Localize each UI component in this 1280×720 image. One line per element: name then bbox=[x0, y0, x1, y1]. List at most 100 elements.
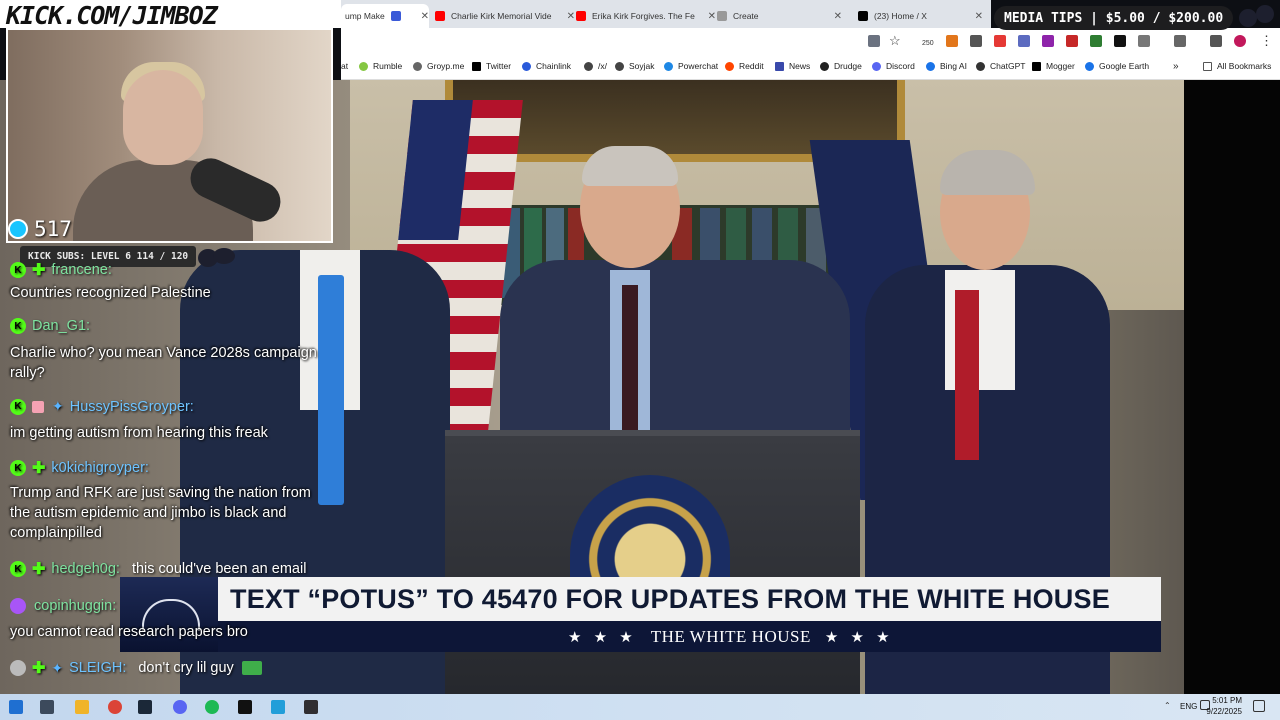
tab-label: (23) Home / X bbox=[874, 11, 927, 21]
close-icon[interactable]: ✕ bbox=[567, 11, 575, 22]
bookmark-x[interactable]: /x/ bbox=[584, 61, 607, 71]
terminal-icon[interactable] bbox=[238, 700, 252, 714]
stars-left: ★ ★ ★ bbox=[568, 628, 637, 646]
bookmark-label: Drudge bbox=[834, 61, 862, 71]
tab-3[interactable]: Create ✕ bbox=[717, 4, 842, 28]
kick-badge-icon: K bbox=[10, 262, 26, 278]
tab-label: ump Make bbox=[345, 11, 385, 21]
screen: TEXT “POTUS” TO 45470 FOR UPDATES FROM T… bbox=[0, 0, 1280, 720]
close-icon[interactable]: ✕ bbox=[834, 11, 842, 22]
groyp-icon bbox=[413, 61, 422, 71]
close-icon[interactable]: ✕ bbox=[421, 11, 429, 22]
star-icon[interactable]: ☆ bbox=[889, 33, 901, 49]
more-icon[interactable]: ⋮ bbox=[1260, 33, 1273, 49]
bookmark-soyjak[interactable]: Soyjak bbox=[615, 61, 655, 71]
sidepanel-icon[interactable] bbox=[1174, 35, 1186, 47]
bookmark-bing[interactable]: Bing AI bbox=[926, 61, 967, 71]
username: hedgeh0g: bbox=[51, 561, 120, 577]
shield-icon[interactable] bbox=[970, 35, 982, 47]
sword-badge-icon: ✦ bbox=[52, 398, 64, 414]
discord-icon bbox=[872, 61, 881, 71]
chrome-icon[interactable] bbox=[108, 700, 122, 714]
webcam bbox=[6, 28, 333, 243]
chevron-right-icon[interactable]: » bbox=[1173, 61, 1179, 72]
youtube-ext-icon[interactable] bbox=[994, 35, 1006, 47]
x-icon bbox=[858, 11, 868, 21]
bookmark-news[interactable]: News bbox=[775, 61, 810, 71]
sword-badge-icon: ✦ bbox=[51, 659, 64, 676]
notification-icon[interactable] bbox=[1253, 700, 1265, 712]
chat-message: Countries recognized Palestine bbox=[10, 285, 211, 301]
username: copinhuggin: bbox=[34, 598, 117, 614]
x-ext-icon[interactable] bbox=[1114, 35, 1126, 47]
bookmark-label: Rumble bbox=[373, 61, 403, 71]
chat-username: K Dan_G1: bbox=[10, 318, 90, 334]
bookmark-mogger[interactable]: Mogger bbox=[1032, 61, 1075, 71]
bookmark-label: Soyjak bbox=[629, 61, 655, 71]
media-tips: MEDIA TIPS | $5.00 / $200.00 bbox=[994, 6, 1233, 30]
tab-1[interactable]: Charlie Kirk Memorial Vide ✕ bbox=[435, 4, 575, 28]
obs-icon[interactable] bbox=[304, 700, 318, 714]
bookmark-groyp[interactable]: Groyp.me bbox=[413, 61, 464, 71]
bookmark-twitter[interactable]: Twitter bbox=[472, 61, 511, 71]
bookmark-chainlink[interactable]: Chainlink bbox=[522, 61, 571, 71]
username: francene: bbox=[51, 262, 112, 278]
kick-badge-icon: K bbox=[10, 318, 26, 334]
extension-icon[interactable] bbox=[1018, 35, 1030, 47]
bookmark-label: ChatGPT bbox=[990, 61, 1026, 71]
viewer-icon bbox=[8, 219, 28, 239]
spotify-icon[interactable] bbox=[205, 700, 219, 714]
bookmark-discord[interactable]: Discord bbox=[872, 61, 915, 71]
tab-bar: ump Make ✕ Charlie Kirk Memorial Vide ✕ … bbox=[341, 0, 991, 28]
purple-badge-icon bbox=[10, 598, 26, 614]
extension-icon[interactable] bbox=[1066, 35, 1078, 47]
bookmark-reddit[interactable]: Reddit bbox=[725, 61, 764, 71]
steam-icon[interactable] bbox=[138, 700, 152, 714]
viewer-counter: 517 bbox=[8, 217, 72, 241]
task-view-icon[interactable] bbox=[40, 700, 54, 714]
chatgpt-icon bbox=[976, 61, 985, 71]
stars-right: ★ ★ ★ bbox=[824, 628, 894, 646]
tray-chevron-icon[interactable]: ⌃ bbox=[1164, 701, 1171, 710]
extension-badge: 250 bbox=[922, 40, 934, 47]
bookmark-0[interactable]: at bbox=[341, 61, 348, 71]
chyron-brand-bar: ★ ★ ★ THE WHITE HOUSE ★ ★ ★ bbox=[218, 621, 1161, 652]
tab-0[interactable]: ump Make ✕ bbox=[341, 4, 429, 28]
telegram-icon[interactable] bbox=[271, 700, 285, 714]
extension-icon[interactable] bbox=[1090, 35, 1102, 47]
cast-icon[interactable] bbox=[868, 35, 880, 47]
avatar[interactable] bbox=[1234, 35, 1246, 47]
tab-2[interactable]: Erika Kirk Forgives. The Fe ✕ bbox=[576, 4, 716, 28]
discord-icon[interactable] bbox=[173, 700, 187, 714]
tab-4[interactable]: (23) Home / X ✕ bbox=[858, 4, 983, 28]
bookmark-chatgpt[interactable]: ChatGPT bbox=[976, 61, 1025, 71]
sub-badge-icon: ✚ bbox=[32, 660, 46, 677]
extension-icon[interactable] bbox=[1042, 35, 1054, 47]
mogger-icon bbox=[1032, 61, 1041, 71]
video-tie bbox=[622, 285, 638, 435]
metamask-icon[interactable] bbox=[946, 35, 958, 47]
bookmark-drudge[interactable]: Drudge bbox=[820, 61, 862, 71]
menu-icon[interactable] bbox=[1210, 35, 1222, 47]
chyron-headline: TEXT “POTUS” TO 45470 FOR UPDATES FROM T… bbox=[230, 583, 1110, 614]
groyper-logo-icon bbox=[1239, 5, 1274, 27]
sub-badge-icon: ✚ bbox=[32, 561, 46, 578]
bookmark-powerchat[interactable]: Powerchat bbox=[664, 61, 718, 71]
chat-username: K ✦ HussyPissGroyper: bbox=[10, 398, 194, 415]
kick-badge-icon: K bbox=[10, 398, 26, 415]
bookmark-rumble[interactable]: Rumble bbox=[359, 61, 402, 71]
clock-date[interactable]: 9/22/2025 bbox=[1200, 707, 1242, 716]
username: Dan_G1: bbox=[32, 318, 91, 334]
close-icon[interactable]: ✕ bbox=[708, 11, 716, 22]
clock-time[interactable]: 5:01 PM bbox=[1200, 696, 1242, 705]
puzzle-icon[interactable] bbox=[1138, 35, 1150, 47]
language-indicator[interactable]: ENG bbox=[1180, 702, 1197, 711]
file-explorer-icon[interactable] bbox=[75, 700, 89, 714]
video-tie bbox=[955, 290, 979, 460]
bookmark-google-earth[interactable]: Google Earth bbox=[1085, 61, 1149, 71]
close-icon[interactable]: ✕ bbox=[975, 11, 983, 22]
windows-start-icon[interactable] bbox=[9, 700, 23, 714]
all-bookmarks[interactable]: All Bookmarks bbox=[1203, 61, 1271, 71]
video-hair bbox=[582, 146, 678, 186]
bookmark-label: Twitter bbox=[486, 61, 512, 71]
